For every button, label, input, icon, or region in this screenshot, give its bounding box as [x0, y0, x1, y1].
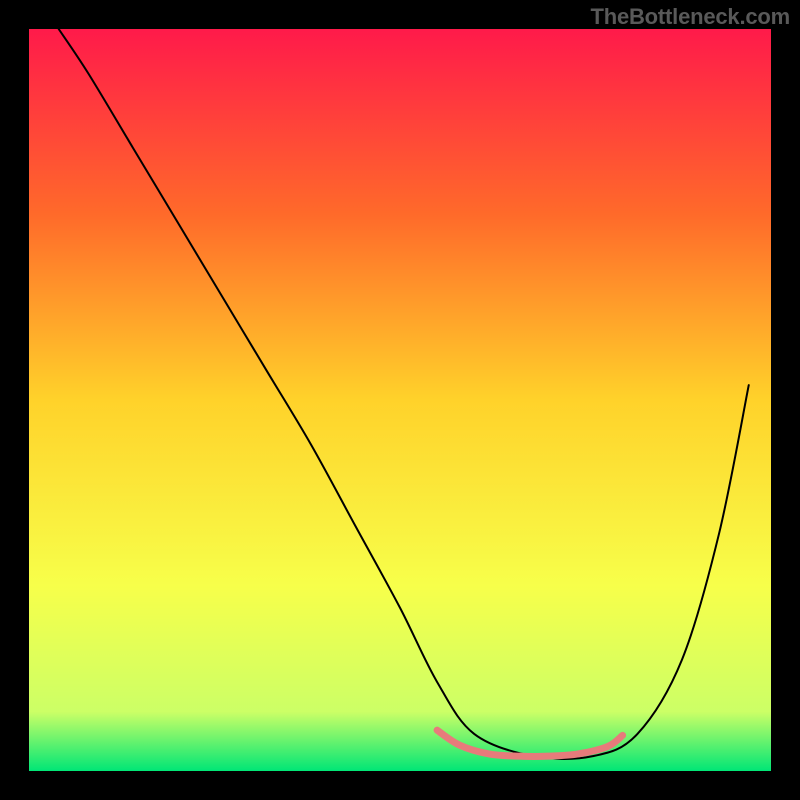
chart-frame: TheBottleneck.com	[0, 0, 800, 800]
gradient-background	[29, 29, 771, 771]
bottleneck-chart	[29, 29, 771, 771]
plot-area	[29, 29, 771, 771]
watermark-text: TheBottleneck.com	[590, 4, 790, 30]
